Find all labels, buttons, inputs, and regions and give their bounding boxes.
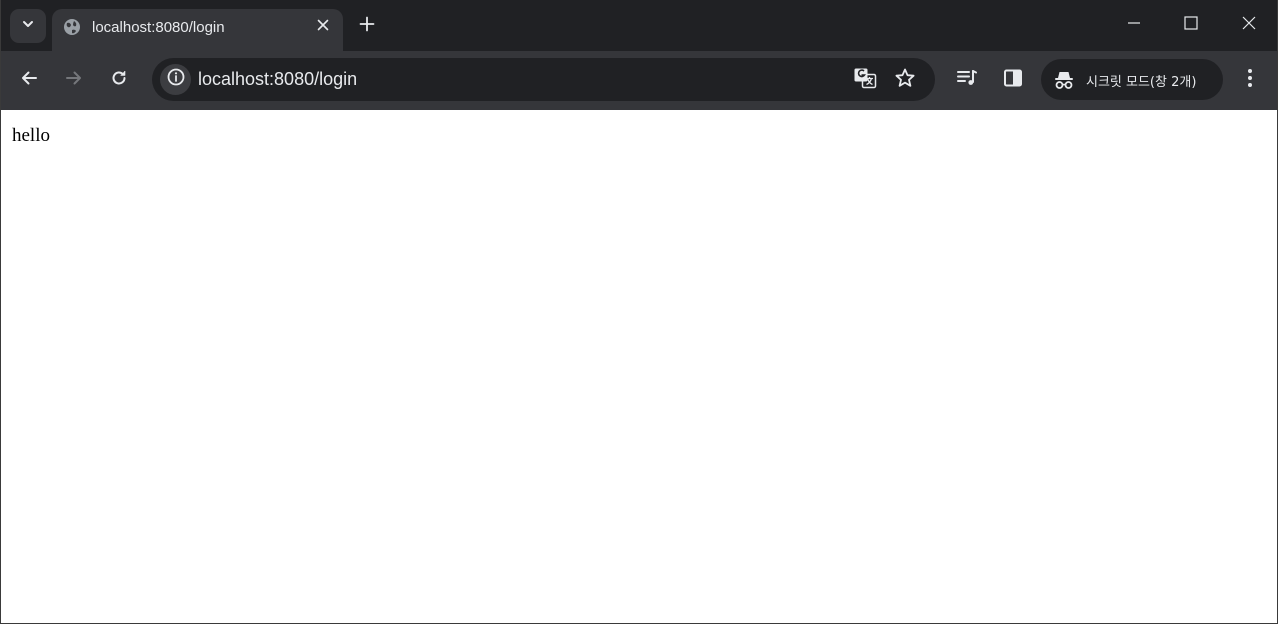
- translate-icon: [853, 66, 877, 95]
- incognito-indicator[interactable]: 시크릿 모드(창 2개): [1041, 59, 1223, 100]
- url-text[interactable]: localhost:8080/login: [198, 69, 357, 90]
- window-close-button[interactable]: [1220, 0, 1278, 51]
- side-panel-icon: [1003, 68, 1023, 93]
- minimize-icon: [1127, 16, 1141, 35]
- side-panel-button[interactable]: [997, 64, 1029, 96]
- bookmark-button[interactable]: [892, 67, 918, 93]
- tab-close-button[interactable]: [312, 16, 334, 38]
- star-icon: [894, 67, 916, 94]
- maximize-icon: [1184, 16, 1198, 35]
- info-icon: [167, 68, 185, 91]
- reload-button[interactable]: [102, 63, 136, 97]
- more-vertical-icon: [1247, 68, 1253, 93]
- menu-button[interactable]: [1237, 64, 1263, 96]
- browser-window: localhost:8080/login localhost:8080/logi…: [0, 0, 1278, 624]
- tab-title: localhost:8080/login: [92, 19, 225, 36]
- new-tab-button[interactable]: [354, 13, 380, 39]
- tab-active[interactable]: localhost:8080/login: [52, 9, 343, 51]
- chevron-down-icon: [21, 17, 35, 36]
- page-viewport: hello: [1, 110, 1277, 623]
- translate-button[interactable]: [852, 67, 878, 93]
- arrow-right-icon: [65, 69, 83, 92]
- tab-search-button[interactable]: [10, 9, 46, 43]
- reload-icon: [110, 69, 128, 92]
- music-queue-icon: [956, 67, 978, 94]
- site-info-button[interactable]: [160, 64, 191, 95]
- media-controls-button[interactable]: [951, 64, 983, 96]
- globe-icon: [63, 18, 81, 36]
- toolbar: localhost:8080/login 시크릿 모드(창 2개): [1, 51, 1277, 110]
- close-icon: [317, 18, 329, 36]
- plus-icon: [359, 16, 375, 37]
- close-icon: [1242, 16, 1256, 35]
- incognito-icon: [1053, 69, 1075, 91]
- maximize-button[interactable]: [1162, 0, 1220, 51]
- back-button[interactable]: [12, 63, 46, 97]
- page-body-text: hello: [12, 125, 50, 146]
- minimize-button[interactable]: [1105, 0, 1163, 51]
- address-bar[interactable]: localhost:8080/login: [152, 58, 935, 101]
- tab-strip: localhost:8080/login: [1, 0, 1277, 51]
- arrow-left-icon: [20, 69, 38, 92]
- forward-button[interactable]: [57, 63, 91, 97]
- incognito-label: 시크릿 모드(창 2개): [1086, 75, 1197, 90]
